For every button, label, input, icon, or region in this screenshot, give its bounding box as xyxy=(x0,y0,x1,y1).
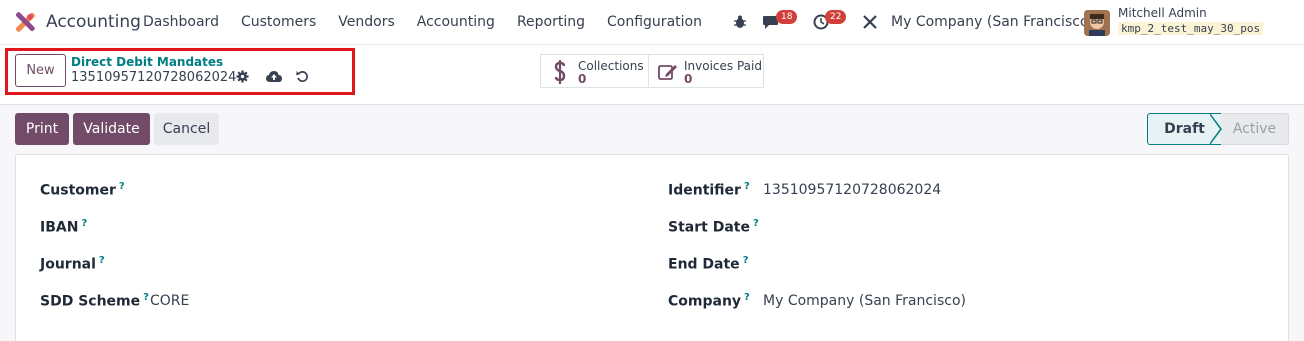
sdd-scheme-field[interactable]: CORE xyxy=(150,293,189,309)
gear-icon[interactable] xyxy=(236,115,250,129)
app-name[interactable]: Accounting xyxy=(46,12,141,32)
apps-menu-icon[interactable] xyxy=(15,12,35,32)
print-button[interactable]: Print xyxy=(15,113,69,145)
help-icon[interactable]: ? xyxy=(744,181,750,192)
help-icon[interactable]: ? xyxy=(743,255,749,266)
messages-badge: 18 xyxy=(776,10,798,24)
user-avatar[interactable] xyxy=(1084,10,1110,36)
invoices-paid-label: Invoices Paid xyxy=(684,59,762,73)
company-label: Company? xyxy=(668,292,750,310)
start-date-label: Start Date? xyxy=(668,218,759,236)
identifier-field[interactable]: 13510957120728062024 xyxy=(763,182,941,198)
form-sheet: Customer? IBAN? Journal? SDD Scheme? COR… xyxy=(15,154,1289,341)
menu-configuration[interactable]: Configuration xyxy=(607,14,702,30)
top-navbar: Accounting Dashboard Customers Vendors A… xyxy=(0,0,1304,45)
help-icon[interactable]: ? xyxy=(753,218,759,229)
smart-button-collections[interactable]: Collections 0 xyxy=(540,54,649,88)
status-arrow-fill xyxy=(1209,114,1220,144)
help-icon[interactable]: ? xyxy=(99,255,105,266)
menu-dashboard[interactable]: Dashboard xyxy=(143,14,219,30)
journal-label: Journal? xyxy=(40,255,105,273)
invoices-paid-value: 0 xyxy=(684,72,693,86)
iban-label: IBAN? xyxy=(40,218,88,236)
smart-button-invoices-paid[interactable]: Invoices Paid 0 xyxy=(648,54,764,88)
help-icon[interactable]: ? xyxy=(119,181,125,192)
dollar-icon xyxy=(554,60,566,84)
customer-field[interactable] xyxy=(150,181,630,201)
help-icon[interactable]: ? xyxy=(744,292,750,303)
iban-field[interactable] xyxy=(150,218,630,238)
menu-reporting[interactable]: Reporting xyxy=(517,14,585,30)
validate-button[interactable]: Validate xyxy=(73,113,150,145)
settings-gear-icon[interactable] xyxy=(236,70,249,83)
control-panel: New Direct Debit Mandates 13510957120728… xyxy=(0,45,1304,105)
database-name: kmp_2_test_may_30_pos xyxy=(1118,22,1264,35)
tools-icon[interactable] xyxy=(862,14,878,30)
edit-icon xyxy=(658,65,677,80)
main-menu: Dashboard Customers Vendors Accounting R… xyxy=(143,14,724,30)
identifier-label: Identifier? xyxy=(668,181,750,199)
new-button[interactable]: New xyxy=(15,54,66,87)
status-active[interactable]: Active xyxy=(1221,113,1289,145)
save-cloud-icon[interactable] xyxy=(266,70,282,83)
activities-badge: 22 xyxy=(825,10,847,24)
menu-accounting[interactable]: Accounting xyxy=(417,14,495,30)
menu-customers[interactable]: Customers xyxy=(241,14,316,30)
end-date-field[interactable] xyxy=(763,255,1243,275)
company-field[interactable]: My Company (San Francisco) xyxy=(763,293,966,309)
end-date-label: End Date? xyxy=(668,255,749,273)
menu-vendors[interactable]: Vendors xyxy=(338,14,394,30)
collections-value: 0 xyxy=(578,72,587,86)
start-date-field[interactable] xyxy=(763,218,1243,238)
customer-label: Customer? xyxy=(40,181,125,199)
cancel-button[interactable]: Cancel xyxy=(154,113,219,145)
collections-label: Collections xyxy=(578,59,644,73)
debug-bug-icon[interactable] xyxy=(733,15,747,29)
journal-field[interactable] xyxy=(150,255,630,275)
discard-undo-icon[interactable] xyxy=(296,70,309,83)
help-icon[interactable]: ? xyxy=(81,218,87,229)
record-name: 13510957120728062024 xyxy=(71,70,237,85)
breadcrumb-parent[interactable]: Direct Debit Mandates xyxy=(71,55,223,69)
help-icon[interactable]: ? xyxy=(143,292,149,303)
user-name[interactable]: Mitchell Admin xyxy=(1118,6,1207,20)
company-switcher[interactable]: My Company (San Francisco) xyxy=(891,14,1094,30)
sdd-scheme-label: SDD Scheme? xyxy=(40,292,149,310)
